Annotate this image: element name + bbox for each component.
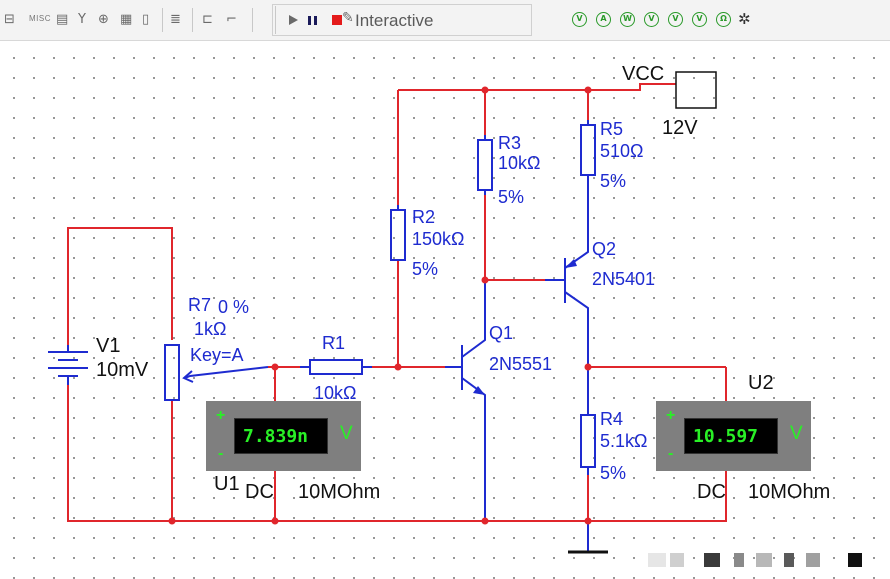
u1-reading: 7.839n [243, 426, 309, 447]
vcc-symbol [675, 71, 717, 109]
multimeter-u1[interactable]: + - 7.839n V [206, 401, 361, 471]
q2-collector [564, 291, 589, 367]
u1-ref: U1 [214, 473, 240, 495]
q1-ref: Q1 [489, 323, 514, 343]
r7-key: Key=A [190, 345, 244, 365]
q1-collector [461, 280, 486, 358]
q2-ref: Q2 [592, 239, 617, 259]
r2-ref: R2 [412, 207, 436, 227]
u2-reading: 10.597 [693, 426, 759, 447]
u2-minus-terminal: - [668, 445, 674, 462]
r7-wiper [184, 366, 269, 379]
vcc-label: VCC [622, 63, 665, 85]
u2-ref: U2 [748, 372, 774, 394]
u2-unit: V [790, 423, 803, 444]
r7-percent: 0 % [218, 297, 250, 317]
r3-body [477, 139, 493, 191]
r3-ref: R3 [498, 133, 522, 153]
r5-body [580, 124, 596, 176]
r3-tolerance: 5% [498, 187, 525, 207]
r7-ref: R7 [188, 295, 212, 315]
r7-value: 1kΩ [194, 319, 227, 339]
v1-ref: V1 [96, 335, 121, 357]
q2-model: 2N5401 [592, 269, 656, 289]
q1-model: 2N5551 [489, 354, 553, 374]
u1-unit: V [340, 423, 353, 444]
r3-value: 10kΩ [498, 153, 541, 173]
u2-mode: DC [697, 481, 726, 503]
u1-plus-terminal: + [216, 407, 226, 424]
u1-minus-terminal: - [218, 445, 224, 462]
u1-mode: DC [245, 481, 274, 503]
u2-resistance: 10MOhm [748, 481, 831, 503]
r7-body [164, 344, 180, 401]
r4-value: 5.1kΩ [600, 431, 648, 451]
r5-tolerance: 5% [600, 171, 627, 191]
r4-ref: R4 [600, 409, 624, 429]
r2-body [390, 209, 406, 261]
v1-top-wire [67, 227, 173, 345]
q1-emitter [461, 377, 486, 521]
r4-body [580, 414, 596, 468]
q2-emitter [564, 215, 589, 269]
v1-value: 10mV [96, 359, 149, 381]
u1-display: 7.839n [234, 418, 328, 454]
r5-value: 510Ω [600, 141, 644, 161]
u2-plus-terminal: + [666, 407, 676, 424]
r2-tolerance: 5% [412, 259, 439, 279]
r1-value: 10kΩ [314, 383, 357, 403]
vcc-value: 12V [662, 117, 698, 139]
r1-ref: R1 [322, 333, 346, 353]
r4-tolerance: 5% [600, 463, 627, 483]
r5-ref: R5 [600, 119, 624, 139]
u2-display: 10.597 [684, 418, 778, 454]
u1-resistance: 10MOhm [298, 481, 381, 503]
r2-value: 150kΩ [412, 229, 465, 249]
r1-body [309, 359, 363, 375]
multimeter-u2[interactable]: + - 10.597 V [656, 401, 811, 471]
